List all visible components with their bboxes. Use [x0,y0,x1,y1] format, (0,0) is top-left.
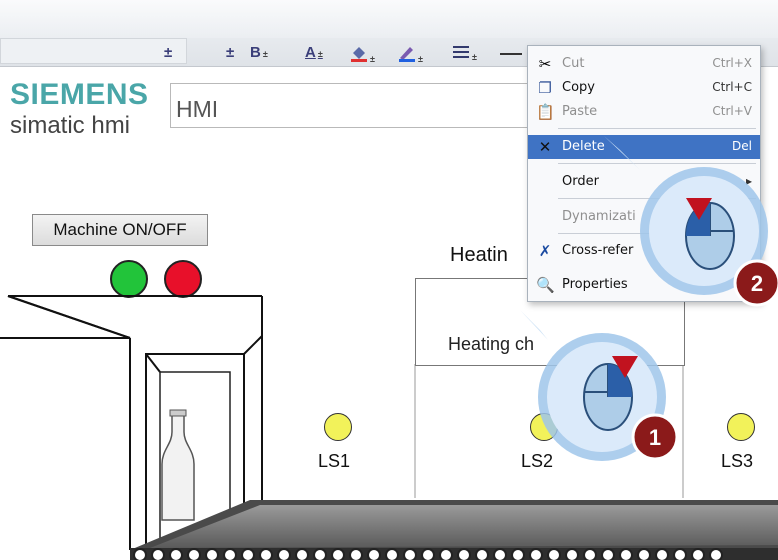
menu-separator [558,163,756,164]
heating-chamber-heading: Heatin [450,244,508,266]
menu-item-copy[interactable]: ❐ Copy Ctrl+C [528,76,760,100]
submenu-arrow-icon: ▸ [745,174,752,188]
menu-item-properties[interactable]: 🔍 Properties [528,273,760,297]
sensor-label-ls2: LS2 [521,451,554,471]
menu-item-cross-reference[interactable]: ✗ Cross-refer [528,239,760,263]
heating-chamber-label: Heating ch [448,334,535,354]
context-menu: ✂ Cut Ctrl+X ❐ Copy Ctrl+C 📋 Paste Ctrl+… [527,45,761,302]
light-sensor-ls2 [530,413,558,441]
sensor-label-ls3: LS3 [721,451,754,471]
menu-separator [558,198,756,199]
light-sensor-ls3 [727,413,755,441]
delete-x-icon: ✕ [538,138,552,156]
menu-item-order[interactable]: Order ▸ [528,170,760,194]
menu-item-delete[interactable]: ✕ Delete Del [528,135,760,159]
menu-item-dynamization[interactable]: Dynamizati [528,205,760,229]
cross-reference-icon: ✗ [538,242,552,260]
menu-item-paste[interactable]: 📋 Paste Ctrl+V [528,100,760,124]
menu-item-cut[interactable]: ✂ Cut Ctrl+X [528,52,760,76]
scissors-icon: ✂ [538,55,552,73]
paste-icon: 📋 [536,103,555,121]
properties-icon: 🔍 [536,276,555,294]
sensor-label-ls1: LS1 [318,451,351,471]
copy-icon: ❐ [538,79,552,97]
menu-separator [558,233,756,234]
menu-separator [558,128,756,129]
light-sensor-ls1 [324,413,352,441]
